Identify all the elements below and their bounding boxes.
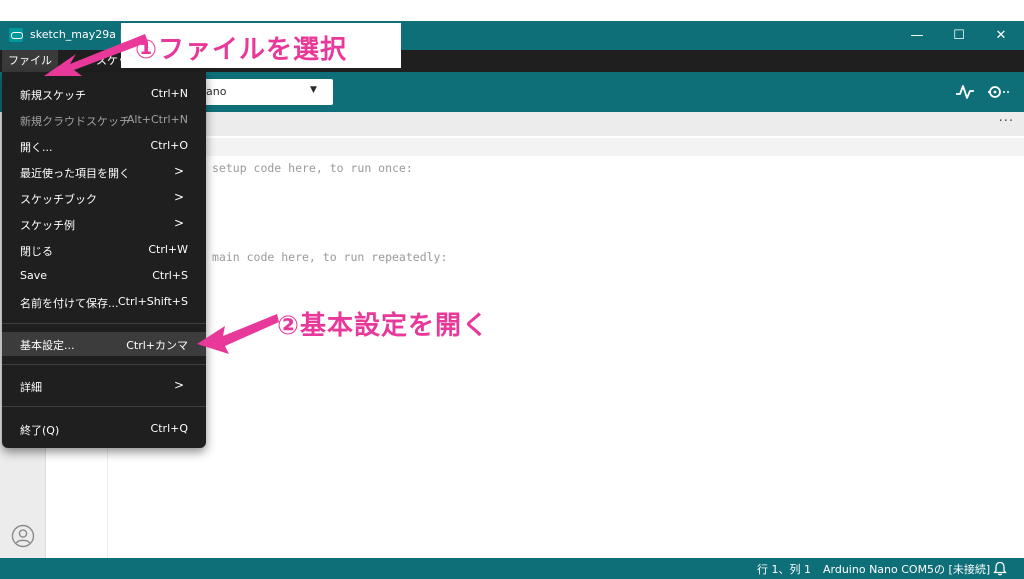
chevron-right-icon: > <box>173 216 184 230</box>
cursor-position: 行 1、列 1 <box>757 563 811 576</box>
annotation-step-2: ②基本設定を開く <box>277 311 490 341</box>
menu-item-save-as[interactable]: 名前を付けて保存... Ctrl+Shift+S <box>2 290 206 314</box>
annotation-step-1-box: ①ファイルを選択 <box>121 23 401 68</box>
annotation-arrow-2-icon <box>197 314 279 354</box>
close-button[interactable]: ✕ <box>978 21 1024 50</box>
status-bar: 行 1、列 1 Arduino Nano COM5の [未接続] <box>0 558 1024 579</box>
serial-plotter-icon[interactable] <box>954 82 976 102</box>
menu-item-sketchbook[interactable]: スケッチブック > <box>2 186 206 210</box>
menu-separator <box>2 364 206 365</box>
arduino-app-icon <box>9 28 23 42</box>
menu-item-preferences[interactable]: 基本設定... Ctrl+カンマ <box>2 332 206 356</box>
board-selector-label: ano <box>206 85 227 98</box>
more-tabs-button[interactable]: ··· <box>999 114 1014 129</box>
menu-item-quit[interactable]: 終了(Q) Ctrl+Q <box>2 417 206 441</box>
board-status[interactable]: Arduino Nano COM5の [未接続] <box>823 561 990 577</box>
menu-item-open-recent[interactable]: 最近使った項目を開く > <box>2 160 206 184</box>
annotation-step-1: ①ファイルを選択 <box>135 35 348 65</box>
notification-bell-icon[interactable] <box>993 561 1007 576</box>
maximize-button[interactable]: ☐ <box>936 21 982 50</box>
menu-item-close[interactable]: 閉じる Ctrl+W <box>2 238 206 262</box>
menu-item-new-cloud-sketch[interactable]: 新規クラウドスケッチ Alt+Ctrl+N <box>2 108 206 132</box>
chevron-right-icon: > <box>173 378 184 392</box>
file-dropdown-menu: 新規スケッチ Ctrl+N 新規クラウドスケッチ Alt+Ctrl+N 開く..… <box>2 72 206 448</box>
menu-separator <box>2 406 206 407</box>
menu-item-examples[interactable]: スケッチ例 > <box>2 212 206 236</box>
code-line-setup-comment: setup code here, to run once: <box>212 161 413 175</box>
board-selector[interactable]: ano ▼ <box>190 79 333 105</box>
menu-item-save[interactable]: Save Ctrl+S <box>2 264 206 288</box>
chevron-right-icon: > <box>173 190 184 204</box>
menu-separator <box>2 323 206 324</box>
menu-item-open[interactable]: 開く... Ctrl+O <box>2 134 206 158</box>
user-profile-icon[interactable] <box>11 524 35 548</box>
serial-monitor-icon[interactable] <box>986 82 1010 102</box>
minimize-button[interactable]: — <box>894 21 940 50</box>
current-line-highlight <box>108 138 1024 156</box>
caret-down-icon: ▼ <box>310 85 317 95</box>
chevron-right-icon: > <box>173 164 184 178</box>
code-line-loop-comment: main code here, to run repeatedly: <box>212 250 448 264</box>
menu-item-advanced[interactable]: 詳細 > <box>2 374 206 398</box>
annotation-arrow-1-icon <box>44 34 148 76</box>
screenshot-stage: sketch_may29a | A — ☐ ✕ ファイル スケッ ano ▼ ·… <box>0 0 1024 579</box>
